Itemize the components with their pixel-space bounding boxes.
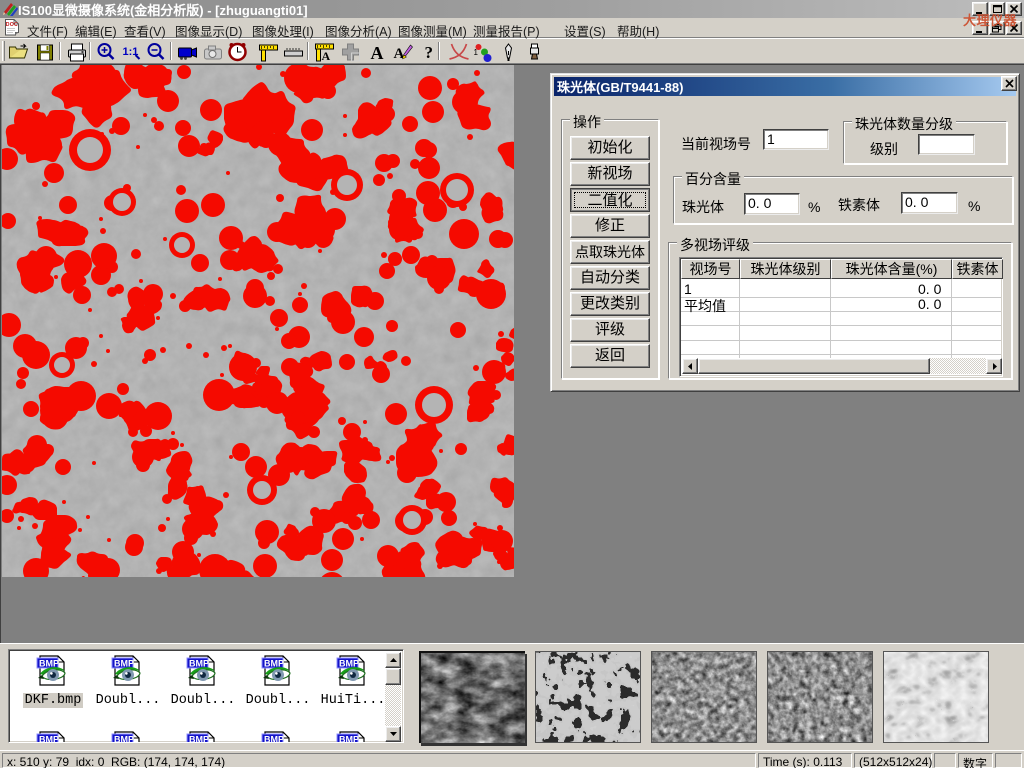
svg-text:BMP: BMP [114,659,134,669]
svg-text:BMP: BMP [264,659,284,669]
svg-text:BMP: BMP [39,735,59,744]
svg-text:A: A [322,49,331,63]
svg-text:BMP: BMP [264,735,284,744]
svg-text:BMP: BMP [339,659,359,669]
svg-text:BMP: BMP [189,659,209,669]
svg-text:?: ? [425,43,434,62]
svg-text:1: 1 [474,48,479,57]
svg-text:A: A [394,46,405,62]
svg-text:BMP: BMP [39,659,59,669]
svg-text:A: A [371,43,384,63]
svg-text:BMP: BMP [339,735,359,744]
svg-text:BMP: BMP [189,735,209,744]
svg-text:DOC: DOC [6,22,18,28]
svg-text:BMP: BMP [114,735,134,744]
